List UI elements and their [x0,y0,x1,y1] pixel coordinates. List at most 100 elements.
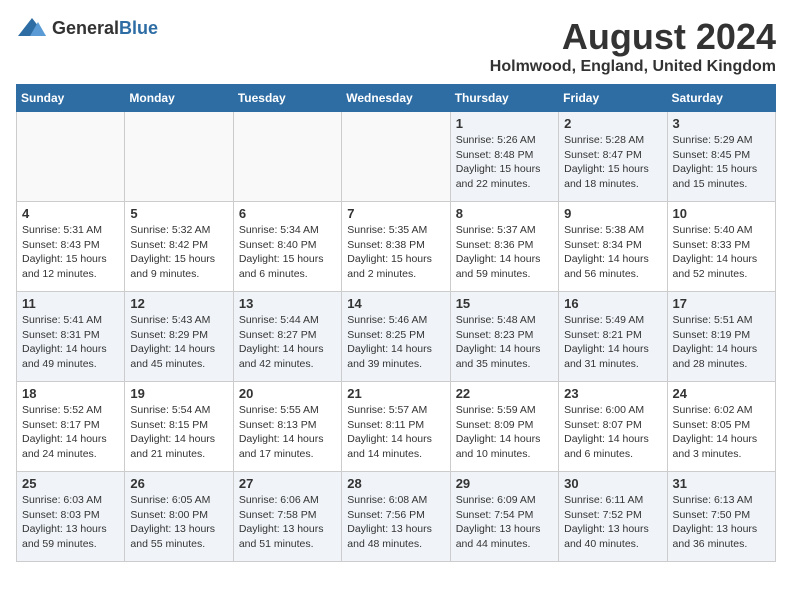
calendar-table: Sunday Monday Tuesday Wednesday Thursday… [16,84,776,562]
calendar-header: Sunday Monday Tuesday Wednesday Thursday… [17,85,776,112]
day-number: 27 [239,476,336,491]
day-number: 21 [347,386,444,401]
day-number: 12 [130,296,227,311]
day-number: 8 [456,206,553,221]
day-number: 14 [347,296,444,311]
header-monday: Monday [125,85,233,112]
page-subtitle: Holmwood, England, United Kingdom [490,58,776,76]
day-info: Sunrise: 5:48 AMSunset: 8:23 PMDaylight:… [456,313,553,372]
day-info: Sunrise: 5:57 AMSunset: 8:11 PMDaylight:… [347,403,444,462]
table-row: 17Sunrise: 5:51 AMSunset: 8:19 PMDayligh… [667,292,775,382]
table-row: 29 Sunrise: 6:09 AMSunset: 7:54 PMDayligh… [450,472,558,562]
day-info: Sunrise: 6:09 AMSunset: 7:54 PMDaylight:… [456,493,553,552]
header-sunday: Sunday [17,85,125,112]
day-number: 6 [239,206,336,221]
day-info: Sunrise: 5:40 AMSunset: 8:33 PMDaylight:… [673,223,770,282]
day-info: Sunrise: 6:08 AMSunset: 7:56 PMDaylight:… [347,493,444,552]
table-row [17,112,125,202]
page-title: August 2024 [490,16,776,58]
day-info: Sunrise: 5:43 AMSunset: 8:29 PMDaylight:… [130,313,227,372]
table-row: 1 Sunrise: 5:26 AMSunset: 8:48 PMDaylight… [450,112,558,202]
day-number: 2 [564,116,661,131]
table-row: 15 Sunrise: 5:48 AMSunset: 8:23 PMDayligh… [450,292,558,382]
title-block: August 2024 Holmwood, England, United Ki… [490,16,776,76]
table-row: 31 Sunrise: 6:13 AMSunset: 7:50 PMDayligh… [667,472,775,562]
day-info: Sunrise: 6:05 AMSunset: 8:00 PMDaylight:… [130,493,227,552]
table-row: 28 Sunrise: 6:08 AMSunset: 7:56 PMDayligh… [342,472,450,562]
table-row [342,112,450,202]
table-row: 11 Sunrise: 5:41 AMSunset: 8:31 PMDayligh… [17,292,125,382]
table-row: 27 Sunrise: 6:06 AMSunset: 7:58 PMDayligh… [233,472,341,562]
table-row: 26Sunrise: 6:05 AMSunset: 8:00 PMDayligh… [125,472,233,562]
day-number: 23 [564,386,661,401]
table-row: 6Sunrise: 5:34 AMSunset: 8:40 PMDaylight… [233,202,341,292]
logo-blue: Blue [119,18,158,38]
logo: GeneralBlue [16,16,158,40]
day-info: Sunrise: 5:35 AMSunset: 8:38 PMDaylight:… [347,223,444,282]
day-info: Sunrise: 5:44 AMSunset: 8:27 PMDaylight:… [239,313,336,372]
table-row [233,112,341,202]
day-number: 15 [456,296,553,311]
day-info: Sunrise: 5:54 AMSunset: 8:15 PMDaylight:… [130,403,227,462]
day-info: Sunrise: 6:00 AMSunset: 8:07 PMDaylight:… [564,403,661,462]
day-number: 4 [22,206,119,221]
page-header: GeneralBlue August 2024 Holmwood, Englan… [16,16,776,76]
table-row [125,112,233,202]
day-number: 7 [347,206,444,221]
day-info: Sunrise: 5:32 AMSunset: 8:42 PMDaylight:… [130,223,227,282]
day-number: 18 [22,386,119,401]
header-friday: Friday [559,85,667,112]
table-row: 14Sunrise: 5:46 AMSunset: 8:25 PMDayligh… [342,292,450,382]
day-info: Sunrise: 6:02 AMSunset: 8:05 PMDaylight:… [673,403,770,462]
day-number: 9 [564,206,661,221]
day-info: Sunrise: 5:49 AMSunset: 8:21 PMDaylight:… [564,313,661,372]
table-row: 25 Sunrise: 6:03 AMSunset: 8:03 PMDayligh… [17,472,125,562]
header-saturday: Saturday [667,85,775,112]
day-info: Sunrise: 5:41 AMSunset: 8:31 PMDaylight:… [22,313,119,372]
logo-icon [16,16,48,40]
day-info: Sunrise: 5:59 AMSunset: 8:09 PMDaylight:… [456,403,553,462]
day-info: Sunrise: 5:26 AMSunset: 8:48 PMDaylight:… [456,133,553,192]
table-row: 10 Sunrise: 5:40 AMSunset: 8:33 PMDayligh… [667,202,775,292]
day-info: Sunrise: 5:37 AMSunset: 8:36 PMDaylight:… [456,223,553,282]
table-row: 30 Sunrise: 6:11 AMSunset: 7:52 PMDayligh… [559,472,667,562]
table-row: 21 Sunrise: 5:57 AMSunset: 8:11 PMDayligh… [342,382,450,472]
day-number: 11 [22,296,119,311]
table-row: 19Sunrise: 5:54 AMSunset: 8:15 PMDayligh… [125,382,233,472]
table-row: 2 Sunrise: 5:28 AMSunset: 8:47 PMDaylight… [559,112,667,202]
day-number: 31 [673,476,770,491]
table-row: 12 Sunrise: 5:43 AMSunset: 8:29 PMDayligh… [125,292,233,382]
table-row: 3 Sunrise: 5:29 AMSunset: 8:45 PMDaylight… [667,112,775,202]
logo-general: General [52,18,119,38]
day-info: Sunrise: 5:55 AMSunset: 8:13 PMDaylight:… [239,403,336,462]
day-info: Sunrise: 6:06 AMSunset: 7:58 PMDaylight:… [239,493,336,552]
day-number: 30 [564,476,661,491]
day-number: 1 [456,116,553,131]
table-row: 13Sunrise: 5:44 AMSunset: 8:27 PMDayligh… [233,292,341,382]
day-info: Sunrise: 6:13 AMSunset: 7:50 PMDaylight:… [673,493,770,552]
day-info: Sunrise: 5:38 AMSunset: 8:34 PMDaylight:… [564,223,661,282]
day-info: Sunrise: 6:03 AMSunset: 8:03 PMDaylight:… [22,493,119,552]
day-info: Sunrise: 6:11 AMSunset: 7:52 PMDaylight:… [564,493,661,552]
day-number: 20 [239,386,336,401]
table-row: 18Sunrise: 5:52 AMSunset: 8:17 PMDayligh… [17,382,125,472]
table-row: 9 Sunrise: 5:38 AMSunset: 8:34 PMDaylight… [559,202,667,292]
day-info: Sunrise: 5:29 AMSunset: 8:45 PMDaylight:… [673,133,770,192]
table-row: 7 Sunrise: 5:35 AMSunset: 8:38 PMDaylight… [342,202,450,292]
day-number: 16 [564,296,661,311]
table-row: 22 Sunrise: 5:59 AMSunset: 8:09 PMDayligh… [450,382,558,472]
day-number: 29 [456,476,553,491]
day-number: 28 [347,476,444,491]
table-row: 24Sunrise: 6:02 AMSunset: 8:05 PMDayligh… [667,382,775,472]
table-row: 16 Sunrise: 5:49 AMSunset: 8:21 PMDayligh… [559,292,667,382]
day-number: 25 [22,476,119,491]
table-row: 5Sunrise: 5:32 AMSunset: 8:42 PMDaylight… [125,202,233,292]
day-number: 3 [673,116,770,131]
day-info: Sunrise: 5:28 AMSunset: 8:47 PMDaylight:… [564,133,661,192]
table-row: 20 Sunrise: 5:55 AMSunset: 8:13 PMDayligh… [233,382,341,472]
table-row: 8 Sunrise: 5:37 AMSunset: 8:36 PMDaylight… [450,202,558,292]
day-info: Sunrise: 5:31 AMSunset: 8:43 PMDaylight:… [22,223,119,282]
day-number: 10 [673,206,770,221]
day-number: 22 [456,386,553,401]
calendar-body: 1 Sunrise: 5:26 AMSunset: 8:48 PMDaylight… [17,112,776,562]
